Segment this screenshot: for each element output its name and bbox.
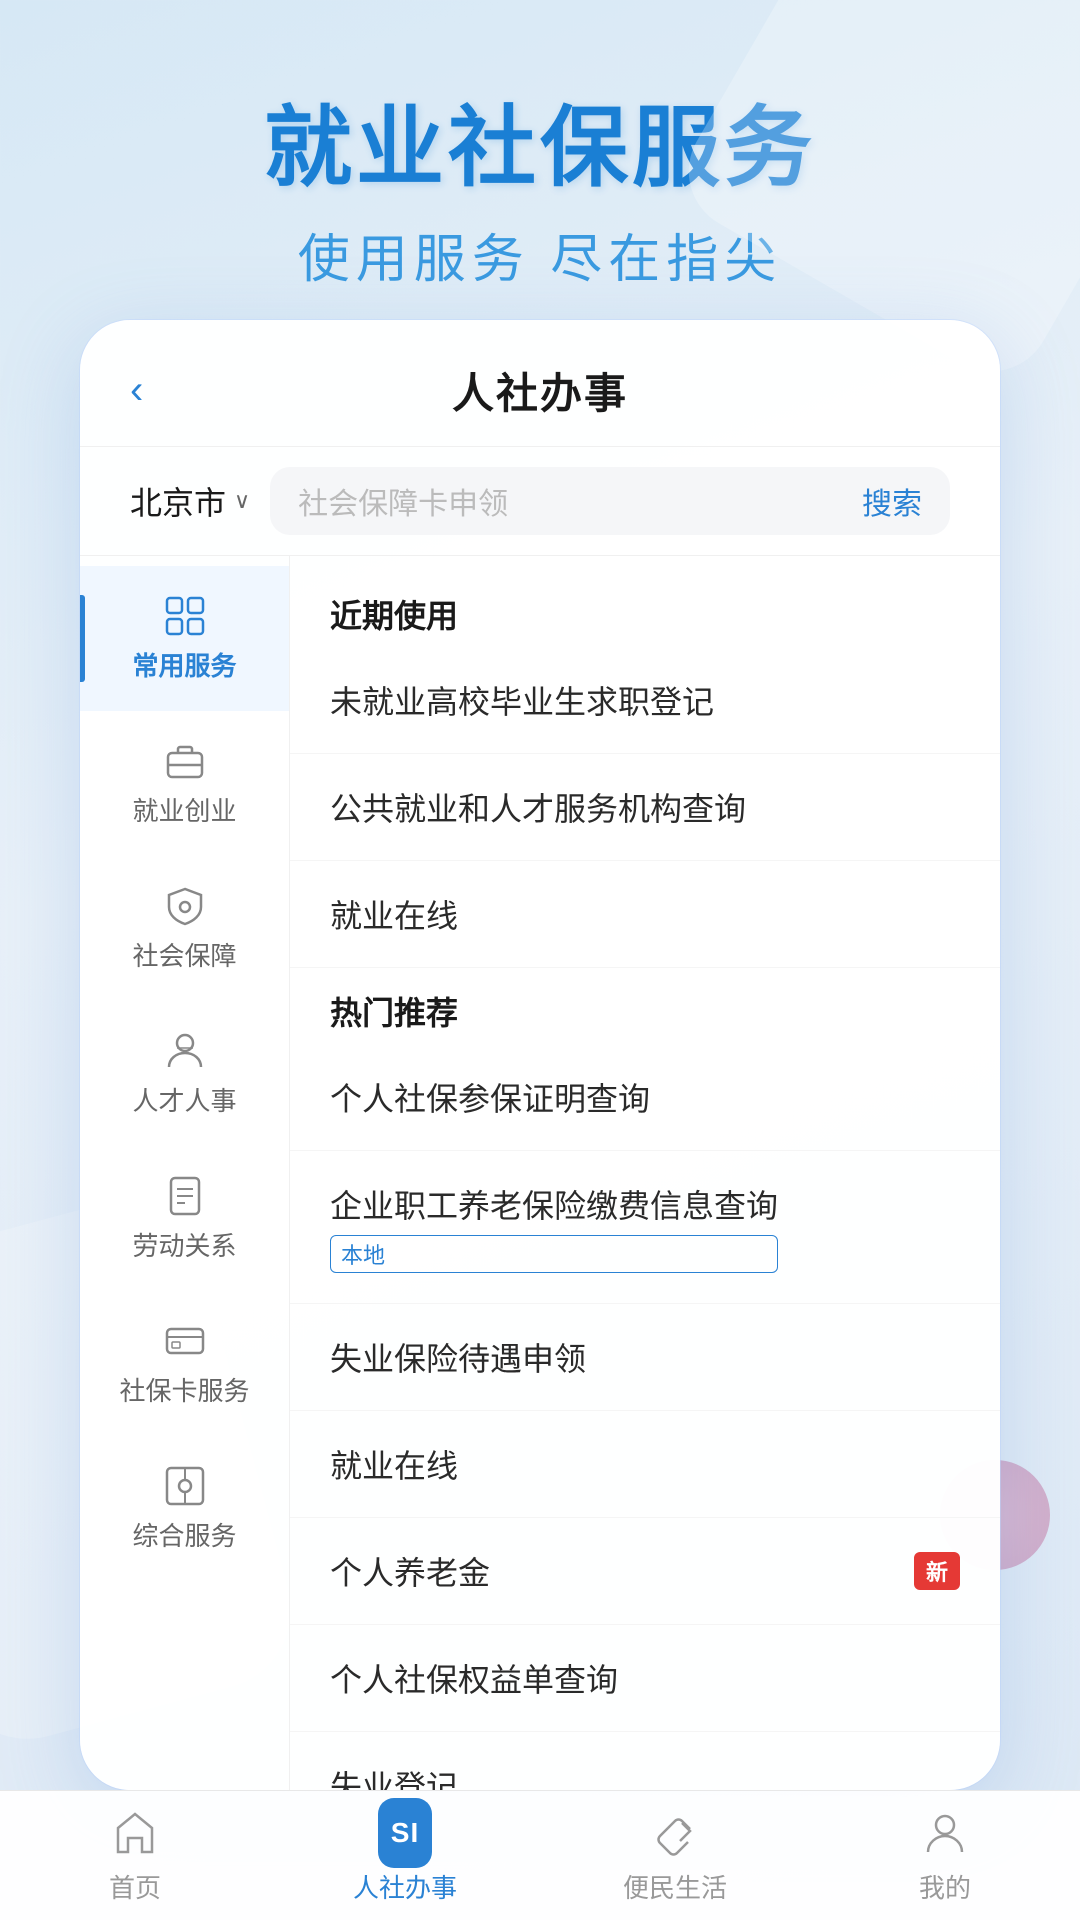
list-item-text: 个人社保参保证明查询 (330, 1074, 650, 1120)
sidebar-item-talent[interactable]: 人才人事 (80, 1001, 289, 1146)
sidebar-item-social[interactable]: 社会保障 (80, 856, 289, 1001)
list-item[interactable]: 个人社保权益单查询 (290, 1625, 1000, 1732)
list-item-content: 企业职工养老保险缴费信息查询本地 (330, 1181, 778, 1273)
si-badge-icon: SI (378, 1806, 432, 1860)
list-item[interactable]: 个人社保参保证明查询 (290, 1044, 1000, 1151)
content-area: 常用服务 就业创业 (80, 556, 1000, 1790)
list-item[interactable]: 未就业高校毕业生求职登记 (290, 647, 1000, 754)
nav-item-renshiban[interactable]: SI 人社办事 (270, 1806, 540, 1905)
section-title: 热门推荐 (290, 968, 1000, 1044)
badge-local: 本地 (330, 1235, 778, 1273)
sidebar: 常用服务 就业创业 (80, 556, 290, 1790)
sidebar-label-social: 社会保障 (132, 936, 236, 973)
document-icon (163, 1174, 207, 1218)
badge-new: 新 (914, 1552, 960, 1590)
back-button[interactable]: ‹ (130, 368, 143, 413)
bottom-nav: 首页 SI 人社办事 便民生活 我的 (0, 1790, 1080, 1920)
chevron-down-icon: ∨ (234, 488, 250, 514)
list-item[interactable]: 就业在线 (290, 861, 1000, 968)
list-item[interactable]: 个人养老金 新 (290, 1518, 1000, 1625)
list-item-text: 失业登记 (330, 1762, 458, 1790)
person-icon (163, 1029, 207, 1073)
city-selector[interactable]: 北京市 ∨ (130, 478, 250, 524)
sidebar-label-general: 综合服务 (132, 1516, 236, 1553)
nav-label-mine: 我的 (919, 1868, 971, 1905)
nav-item-life[interactable]: 便民生活 (540, 1806, 810, 1905)
nav-item-home[interactable]: 首页 (0, 1806, 270, 1905)
list-item-text: 公共就业和人才服务机构查询 (330, 784, 746, 830)
right-content: 近期使用未就业高校毕业生求职登记公共就业和人才服务机构查询就业在线热门推荐个人社… (290, 556, 1000, 1790)
nav-label-life: 便民生活 (623, 1868, 727, 1905)
sidebar-item-common[interactable]: 常用服务 (80, 566, 289, 711)
list-item-text: 企业职工养老保险缴费信息查询 (330, 1181, 778, 1227)
search-input-wrap[interactable]: 社会保障卡申领 搜索 (270, 467, 950, 535)
list-item-text: 未就业高校毕业生求职登记 (330, 677, 714, 723)
section-title: 近期使用 (290, 571, 1000, 647)
sidebar-label-common: 常用服务 (132, 646, 236, 683)
list-item-text: 就业在线 (330, 1441, 458, 1487)
list-item[interactable]: 失业登记 (290, 1732, 1000, 1790)
home-icon (108, 1806, 162, 1860)
list-item-text: 就业在线 (330, 891, 458, 937)
list-item[interactable]: 企业职工养老保险缴费信息查询本地 (290, 1151, 1000, 1304)
sidebar-item-labor[interactable]: 劳动关系 (80, 1146, 289, 1291)
shield-icon (163, 884, 207, 928)
nav-label-renshiban: 人社办事 (353, 1868, 457, 1905)
sidebar-label-talent: 人才人事 (132, 1081, 236, 1118)
list-item-text: 失业保险待遇申领 (330, 1334, 586, 1380)
card-title: 人社办事 (452, 360, 628, 421)
general-icon (163, 1464, 207, 1508)
card-header: ‹ 人社办事 (80, 320, 1000, 447)
list-item[interactable]: 就业在线 (290, 1411, 1000, 1518)
si-badge: SI (378, 1798, 432, 1868)
sidebar-label-employment: 就业创业 (132, 791, 236, 828)
search-placeholder: 社会保障卡申领 (298, 479, 847, 523)
search-area: 北京市 ∨ 社会保障卡申领 搜索 (80, 447, 1000, 556)
list-item[interactable]: 失业保险待遇申领 (290, 1304, 1000, 1411)
search-button[interactable]: 搜索 (862, 479, 922, 523)
sidebar-item-employment[interactable]: 就业创业 (80, 711, 289, 856)
card-icon (163, 1319, 207, 1363)
grid-icon (163, 594, 207, 638)
sidebar-item-card[interactable]: 社保卡服务 (80, 1291, 289, 1436)
nav-item-mine[interactable]: 我的 (810, 1806, 1080, 1905)
list-item-text: 个人养老金 (330, 1548, 490, 1594)
list-item-text: 个人社保权益单查询 (330, 1655, 618, 1701)
sidebar-item-general[interactable]: 综合服务 (80, 1436, 289, 1581)
person-nav-icon (918, 1806, 972, 1860)
handshake-icon (648, 1806, 702, 1860)
nav-label-home: 首页 (109, 1868, 161, 1905)
briefcase-icon (163, 739, 207, 783)
sidebar-label-card: 社保卡服务 (119, 1371, 249, 1408)
phone-card: ‹ 人社办事 北京市 ∨ 社会保障卡申领 搜索 (80, 320, 1000, 1790)
list-item[interactable]: 公共就业和人才服务机构查询 (290, 754, 1000, 861)
sidebar-label-labor: 劳动关系 (132, 1226, 236, 1263)
city-label: 北京市 (130, 478, 226, 524)
